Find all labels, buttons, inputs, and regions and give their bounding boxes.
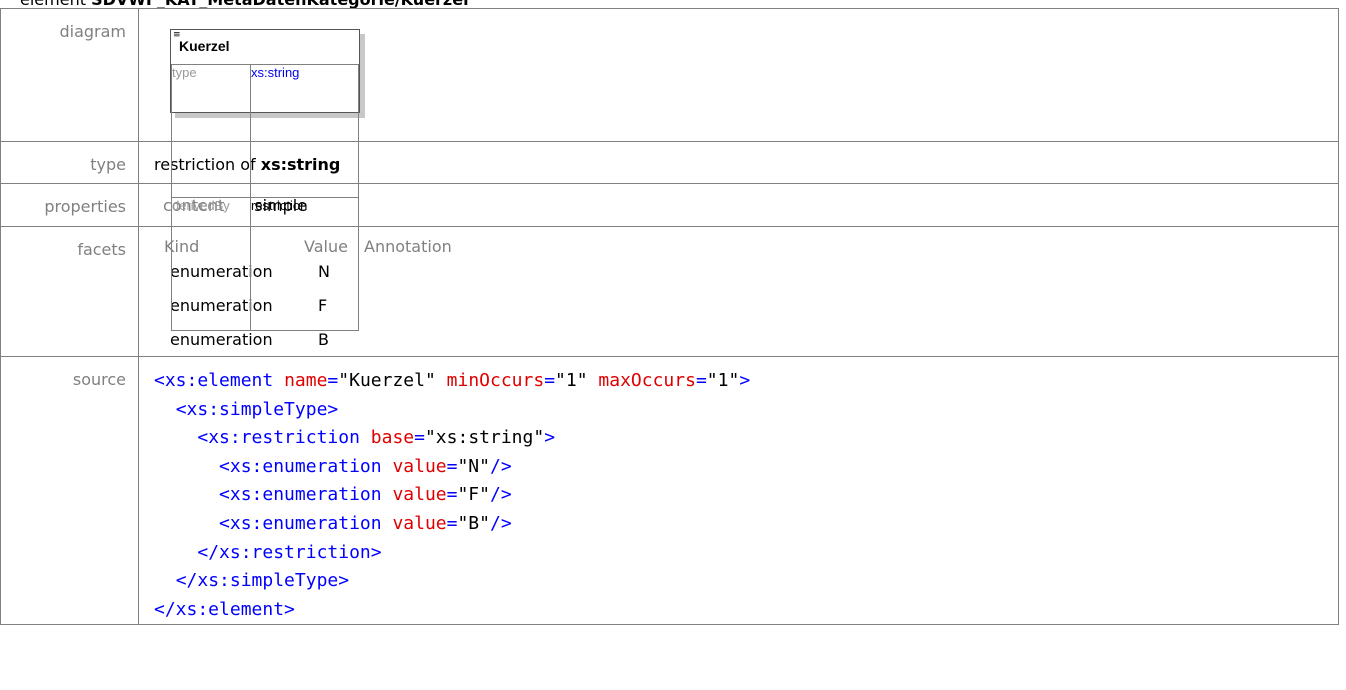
code-attr: maxOccurs xyxy=(598,370,696,391)
code-tag-end: /> xyxy=(489,455,512,477)
code-value: "B" xyxy=(457,512,490,534)
label-properties: properties xyxy=(0,183,139,227)
diagram-properties: type xs:string derivedBy restriction xyxy=(171,64,359,331)
code-tag-end: /> xyxy=(489,484,512,506)
diagram-cell: ≡ Kuerzel type xs:string derivedBy restr… xyxy=(138,8,1339,331)
row-source: source <xs:element name="Kuerzel" minOcc… xyxy=(0,355,1339,626)
code-tag: <xs:simpleType> xyxy=(175,398,339,420)
source-code: <xs:element name="Kuerzel" minOccurs="1"… xyxy=(154,370,751,620)
code-tag: </xs:simpleType> xyxy=(175,570,350,592)
diagram-value-link[interactable]: xs:string xyxy=(250,64,359,198)
element-diagram[interactable]: ≡ Kuerzel type xs:string derivedBy restr… xyxy=(170,29,364,331)
code-value: "N" xyxy=(457,455,490,477)
code-tag: <xs:restriction xyxy=(197,427,360,449)
code-tag: <xs:enumeration xyxy=(219,512,382,534)
label-type: type xyxy=(0,141,139,184)
code-value: "Kuerzel" xyxy=(338,370,436,391)
code-attr: value xyxy=(392,512,447,534)
title-prefix: element xyxy=(20,0,91,8)
code-attr: value xyxy=(392,455,447,477)
code-tag: <xs:enumeration xyxy=(219,455,382,477)
code-attr: name xyxy=(284,370,328,391)
code-value: "xs:string" xyxy=(424,427,545,449)
code-tag-end: > xyxy=(544,427,556,449)
code-attr: value xyxy=(392,484,447,506)
diagram-key: derivedBy xyxy=(171,197,251,331)
facet-kind: enumeration xyxy=(170,329,273,349)
facets-col-annotation: Annotation xyxy=(364,237,452,256)
code-tag: <xs:enumeration xyxy=(219,484,382,506)
row-diagram: diagram ≡ Kuerzel type xs:string derived… xyxy=(0,8,1339,331)
page-title: element SDVWF_KAT_MetaDatenKategorie/Kue… xyxy=(20,0,469,8)
code-attr: base xyxy=(370,427,415,449)
diagram-element-name: Kuerzel xyxy=(179,38,230,54)
code-value: "1" xyxy=(706,370,740,391)
source-cell: <xs:element name="Kuerzel" minOccurs="1"… xyxy=(138,355,1339,626)
code-tag: <xs:element xyxy=(154,370,274,391)
code-tag-end: /> xyxy=(489,512,512,534)
code-tag-end: > xyxy=(739,370,751,391)
code-tag: </xs:restriction> xyxy=(197,541,382,563)
code-value: "F" xyxy=(457,484,490,506)
code-value: "1" xyxy=(555,370,588,391)
label-facets: facets xyxy=(0,226,139,357)
diagram-key: type xyxy=(171,64,251,198)
code-attr: minOccurs xyxy=(446,370,545,391)
label-diagram: diagram xyxy=(0,8,139,142)
facet-value: B xyxy=(318,329,329,349)
code-tag: </xs:element> xyxy=(154,598,295,620)
diagram-box: ≡ Kuerzel type xs:string derivedBy restr… xyxy=(170,29,360,331)
label-source: source xyxy=(0,355,139,626)
element-doc-table: diagram ≡ Kuerzel type xs:string derived… xyxy=(0,8,1339,626)
diagram-value: restriction xyxy=(250,197,359,331)
title-path: SDVWF_KAT_MetaDatenKategorie/Kuerzel xyxy=(91,0,469,8)
